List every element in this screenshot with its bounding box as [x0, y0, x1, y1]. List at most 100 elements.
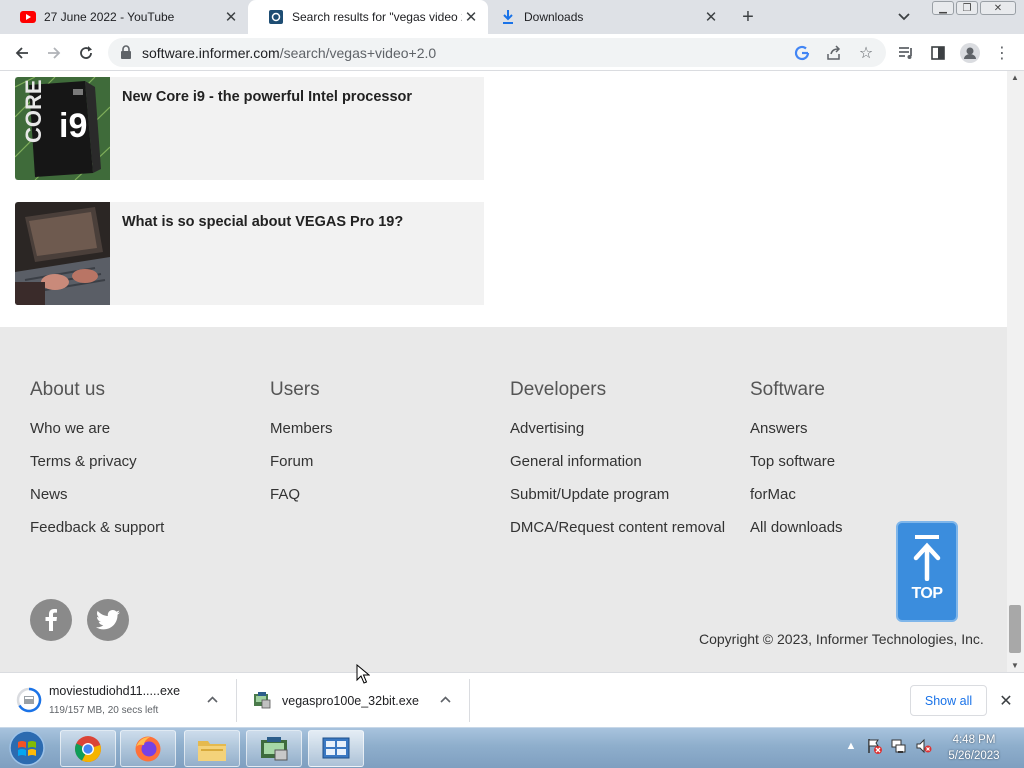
window-controls: ▁ ❐ ✕	[932, 1, 1016, 15]
tab-close-icon[interactable]: ✕	[462, 8, 480, 26]
network-icon[interactable]	[891, 738, 907, 754]
chrome-icon	[75, 735, 101, 762]
footer-link-who-we-are[interactable]: Who we are	[30, 420, 110, 437]
installer-file-icon	[253, 691, 271, 714]
footer-link-answers[interactable]: Answers	[750, 420, 808, 437]
start-button[interactable]	[3, 728, 51, 768]
folder-icon	[198, 740, 226, 761]
download-item-vegaspro[interactable]: vegaspro100e_32bit.exe	[237, 673, 469, 728]
laptop-editing-thumbnail[interactable]	[15, 202, 110, 305]
scroll-down-arrow-icon[interactable]: ▼	[1011, 661, 1019, 670]
show-all-downloads-button[interactable]: Show all	[910, 685, 987, 716]
address-bar[interactable]: software.informer.com/search/vegas+video…	[108, 38, 886, 67]
back-to-top-button[interactable]: TOP	[896, 521, 958, 622]
download-progress-icon	[16, 687, 42, 718]
taskbar-firefox[interactable]	[120, 730, 176, 767]
core-i9-thumbnail[interactable]: CORE i9	[15, 77, 110, 180]
taskbar-control-panel[interactable]	[308, 730, 364, 767]
footer-link-all-downloads[interactable]: All downloads	[750, 519, 843, 536]
tab-title: Search results for "vegas video 2	[292, 10, 462, 24]
clock-time: 4:48 PM	[952, 734, 996, 746]
chevron-up-icon[interactable]	[437, 691, 453, 707]
reload-icon[interactable]	[74, 41, 98, 65]
minimize-icon[interactable]: ▁	[932, 1, 954, 15]
up-arrow-icon	[913, 535, 941, 581]
bookmark-star-icon[interactable]: ☆	[854, 41, 878, 65]
profile-avatar-icon[interactable]	[958, 41, 982, 65]
browser-toolbar: software.informer.com/search/vegas+video…	[0, 34, 1024, 71]
article-title[interactable]: New Core i9 - the powerful Intel process…	[122, 89, 412, 105]
windows-logo-icon	[9, 730, 45, 766]
taskbar-vegas-installer[interactable]	[246, 730, 302, 767]
footer-link-members[interactable]: Members	[270, 420, 333, 437]
download-divider	[469, 679, 470, 722]
window-close-icon[interactable]: ✕	[980, 1, 1016, 15]
volume-muted-icon[interactable]	[916, 738, 932, 754]
scroll-up-arrow-icon[interactable]: ▲	[1011, 73, 1019, 82]
tab-close-icon[interactable]: ✕	[702, 8, 720, 26]
close-downloads-bar-icon[interactable]: ✕	[996, 691, 1016, 711]
action-center-flag-icon[interactable]	[866, 738, 882, 754]
url-text: software.informer.com/search/vegas+video…	[142, 45, 436, 61]
svg-text:i9: i9	[59, 107, 87, 145]
lock-icon	[120, 45, 134, 59]
article-card-vegas-pro-19[interactable]: What is so special about VEGAS Pro 19?	[15, 202, 484, 305]
footer-heading: Software	[750, 379, 825, 400]
google-lens-icon[interactable]	[790, 41, 814, 65]
url-path: /search/vegas+video+2.0	[279, 45, 437, 61]
clock-date: 5/26/2023	[948, 750, 1000, 762]
forward-arrow-icon[interactable]	[42, 41, 66, 65]
chevron-up-icon[interactable]	[204, 691, 220, 707]
back-arrow-icon[interactable]	[10, 41, 34, 65]
media-control-icon[interactable]	[894, 41, 918, 65]
show-hidden-icons-chevron-icon[interactable]: ▲	[843, 738, 859, 754]
footer-link-forum[interactable]: Forum	[270, 453, 313, 470]
share-icon[interactable]	[822, 41, 846, 65]
tab-youtube[interactable]: 27 June 2022 - YouTube ✕	[0, 0, 248, 34]
footer-link-dmca[interactable]: DMCA/Request content removal	[510, 519, 725, 536]
footer-link-general-information[interactable]: General information	[510, 453, 642, 470]
firefox-icon	[135, 736, 161, 761]
download-status: 119/157 MB, 20 secs left	[49, 705, 159, 716]
footer-heading: Users	[270, 379, 320, 400]
footer-link-advertising[interactable]: Advertising	[510, 420, 584, 437]
article-title[interactable]: What is so special about VEGAS Pro 19?	[122, 214, 403, 230]
twitter-icon[interactable]	[87, 599, 129, 641]
installer-icon	[261, 736, 288, 760]
copyright-text: Copyright © 2023, Informer Technologies,…	[699, 631, 984, 647]
top-label: TOP	[911, 585, 943, 602]
footer-link-terms-privacy[interactable]: Terms & privacy	[30, 453, 137, 470]
page-content: CORE i9 New Core i9 - the powerful Intel…	[0, 71, 1007, 672]
restore-icon[interactable]: ❐	[956, 1, 978, 15]
downloads-bar: moviestudiohd11.....exe 119/157 MB, 20 s…	[0, 672, 1024, 727]
scrollbar-thumb[interactable]	[1009, 605, 1021, 653]
taskbar-file-explorer[interactable]	[184, 730, 240, 767]
download-icon	[500, 9, 516, 25]
control-panel-icon	[322, 737, 350, 758]
side-panel-icon[interactable]	[926, 41, 950, 65]
footer-link-submit-update[interactable]: Submit/Update program	[510, 486, 669, 503]
url-host: software.informer.com	[142, 45, 280, 61]
footer-link-feedback-support[interactable]: Feedback & support	[30, 519, 164, 536]
tab-search-chevron-icon[interactable]	[894, 7, 914, 27]
footer-link-formac[interactable]: forMac	[750, 486, 796, 503]
svg-text:CORE: CORE	[21, 79, 46, 143]
tab-downloads[interactable]: Downloads ✕	[480, 0, 728, 34]
new-tab-plus-icon[interactable]: +	[736, 5, 760, 29]
article-card-core-i9[interactable]: CORE i9 New Core i9 - the powerful Intel…	[15, 77, 484, 180]
tab-title: 27 June 2022 - YouTube	[44, 10, 175, 24]
footer-link-top-software[interactable]: Top software	[750, 453, 835, 470]
taskbar-chrome[interactable]	[60, 730, 116, 767]
footer-link-faq[interactable]: FAQ	[270, 486, 300, 503]
kebab-menu-icon[interactable]: ⋮	[990, 41, 1014, 65]
tab-close-icon[interactable]: ✕	[222, 8, 240, 26]
footer-link-news[interactable]: News	[30, 486, 68, 503]
tab-title: Downloads	[524, 10, 584, 24]
site-footer: About us Who we are Terms & privacy News…	[0, 327, 1007, 672]
windows-taskbar: ▲ 4:48 PM 5/26/2023	[0, 727, 1024, 768]
facebook-icon[interactable]	[30, 599, 72, 641]
download-item-moviestudio[interactable]: moviestudiohd11.....exe 119/157 MB, 20 s…	[0, 673, 236, 728]
system-clock[interactable]: 4:48 PM 5/26/2023	[940, 732, 1008, 764]
tab-search-results[interactable]: Search results for "vegas video 2 ✕	[248, 0, 488, 34]
page-scrollbar[interactable]: ▲ ▼	[1007, 71, 1024, 672]
